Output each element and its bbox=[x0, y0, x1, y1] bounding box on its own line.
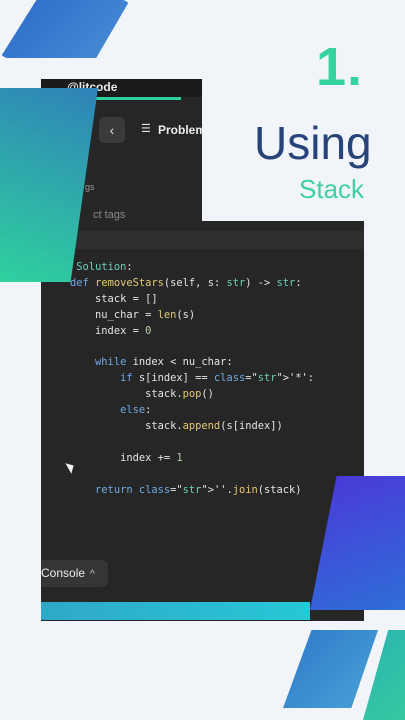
code-line: def removeStars(self, s: str) -> str: bbox=[70, 276, 302, 289]
console-label: Console bbox=[41, 566, 86, 580]
back-button[interactable]: ‹ bbox=[99, 117, 125, 143]
code-line: while index < nu_char: bbox=[95, 356, 233, 369]
code-line: if s[index] == class="str">'*': bbox=[120, 372, 315, 385]
chevron-up-icon: ^ bbox=[90, 569, 95, 580]
heading-title: Using bbox=[254, 117, 372, 169]
heading-subtitle: Stack bbox=[299, 174, 365, 204]
tags-label: gs bbox=[85, 182, 95, 192]
problem-list-label[interactable]: Problem bbox=[158, 123, 202, 137]
code-line: index = 0 bbox=[45, 324, 152, 337]
select-tags-input[interactable]: ct tags bbox=[93, 209, 125, 221]
code-line: else: bbox=[120, 404, 152, 417]
code-line: stack.append(s[index]) bbox=[45, 420, 283, 432]
chevron-left-icon: ‹ bbox=[109, 122, 115, 138]
code-editor-header bbox=[41, 231, 364, 249]
step-number: 1. bbox=[316, 37, 364, 97]
hamburger-icon[interactable]: ☰ bbox=[141, 124, 151, 135]
code-line: return class="str">''.join(stack) bbox=[95, 483, 302, 496]
console-button[interactable]: Console ^ bbox=[41, 560, 108, 587]
code-line: stack.pop() bbox=[45, 388, 214, 401]
code-line: stack = [] bbox=[45, 292, 158, 305]
bottom-accent-bar bbox=[41, 602, 310, 620]
decor-shape-bottom-right-1 bbox=[283, 630, 378, 708]
code-line: nu_char = len(s) bbox=[45, 308, 196, 321]
decor-shape-top-left bbox=[0, 0, 130, 58]
